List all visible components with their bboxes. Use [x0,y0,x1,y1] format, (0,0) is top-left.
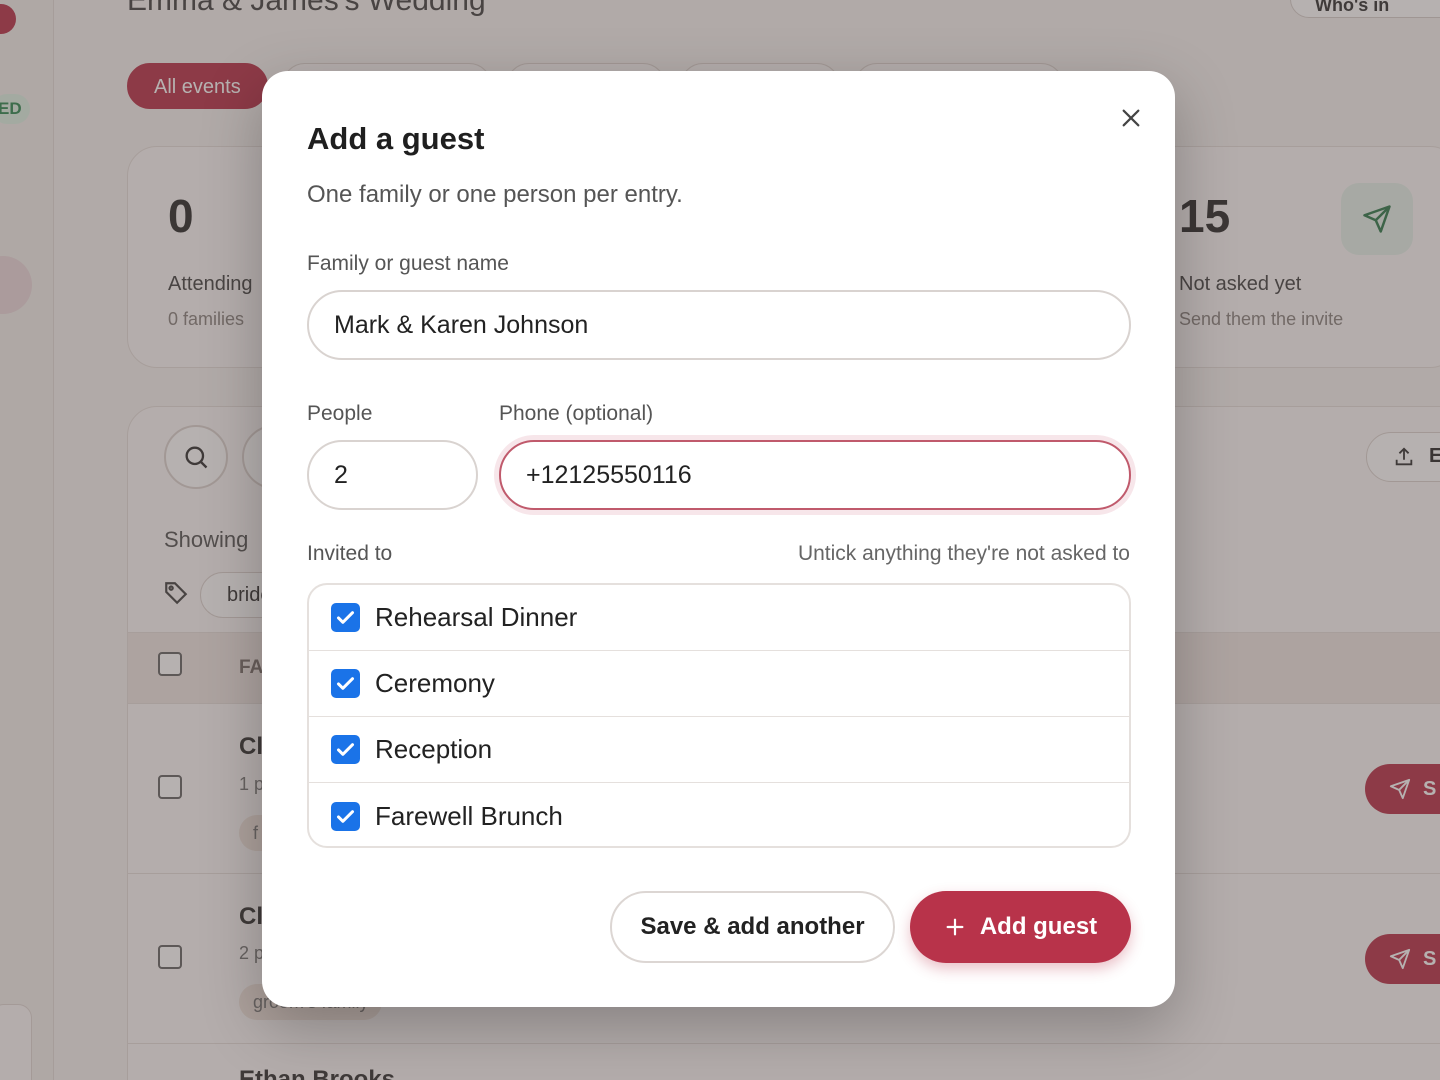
event-option-farewell-brunch[interactable]: Farewell Brunch [309,783,1129,846]
check-icon [337,611,354,624]
check-icon [337,743,354,756]
check-icon [337,809,354,823]
invited-hint: Untick anything they're not asked to [797,542,1130,565]
save-and-add-another-label: Save & add another [640,913,865,940]
add-guest-label: Add guest [979,913,1098,940]
invited-to-label: Invited to [307,542,393,565]
event-checkbox[interactable] [331,735,360,764]
save-and-add-another-button[interactable]: Save & add another [610,891,895,963]
event-checkbox[interactable] [331,669,360,698]
plus-icon [946,918,964,936]
close-button[interactable] [1114,101,1148,135]
dialog-subtitle: One family or one person per entry. [307,181,683,208]
close-icon [1122,109,1140,127]
dialog-title: Add a guest [307,121,485,156]
people-count-input[interactable] [307,440,478,510]
event-name: Ceremony [375,668,495,698]
event-name: Farewell Brunch [375,800,563,831]
event-option-rehearsal-dinner[interactable]: Rehearsal Dinner [309,585,1129,651]
phone-input[interactable] [499,440,1131,510]
add-guest-button[interactable]: Add guest [910,891,1131,963]
guest-name-input[interactable] [307,290,1131,360]
phone-label: Phone (optional) [499,402,654,425]
event-name: Reception [375,734,493,764]
event-checkbox[interactable] [331,603,360,632]
name-label: Family or guest name [307,252,509,275]
event-option-ceremony[interactable]: Ceremony [309,651,1129,717]
event-checkbox[interactable] [331,801,360,831]
add-guest-dialog: Add a guest One family or one person per… [262,71,1175,1007]
check-icon [337,677,354,690]
event-name: Rehearsal Dinner [375,602,578,632]
event-option-reception[interactable]: Reception [309,717,1129,783]
people-label: People [307,402,373,425]
event-checkbox-list: Rehearsal Dinner Ceremony Reception Fare… [307,583,1131,848]
